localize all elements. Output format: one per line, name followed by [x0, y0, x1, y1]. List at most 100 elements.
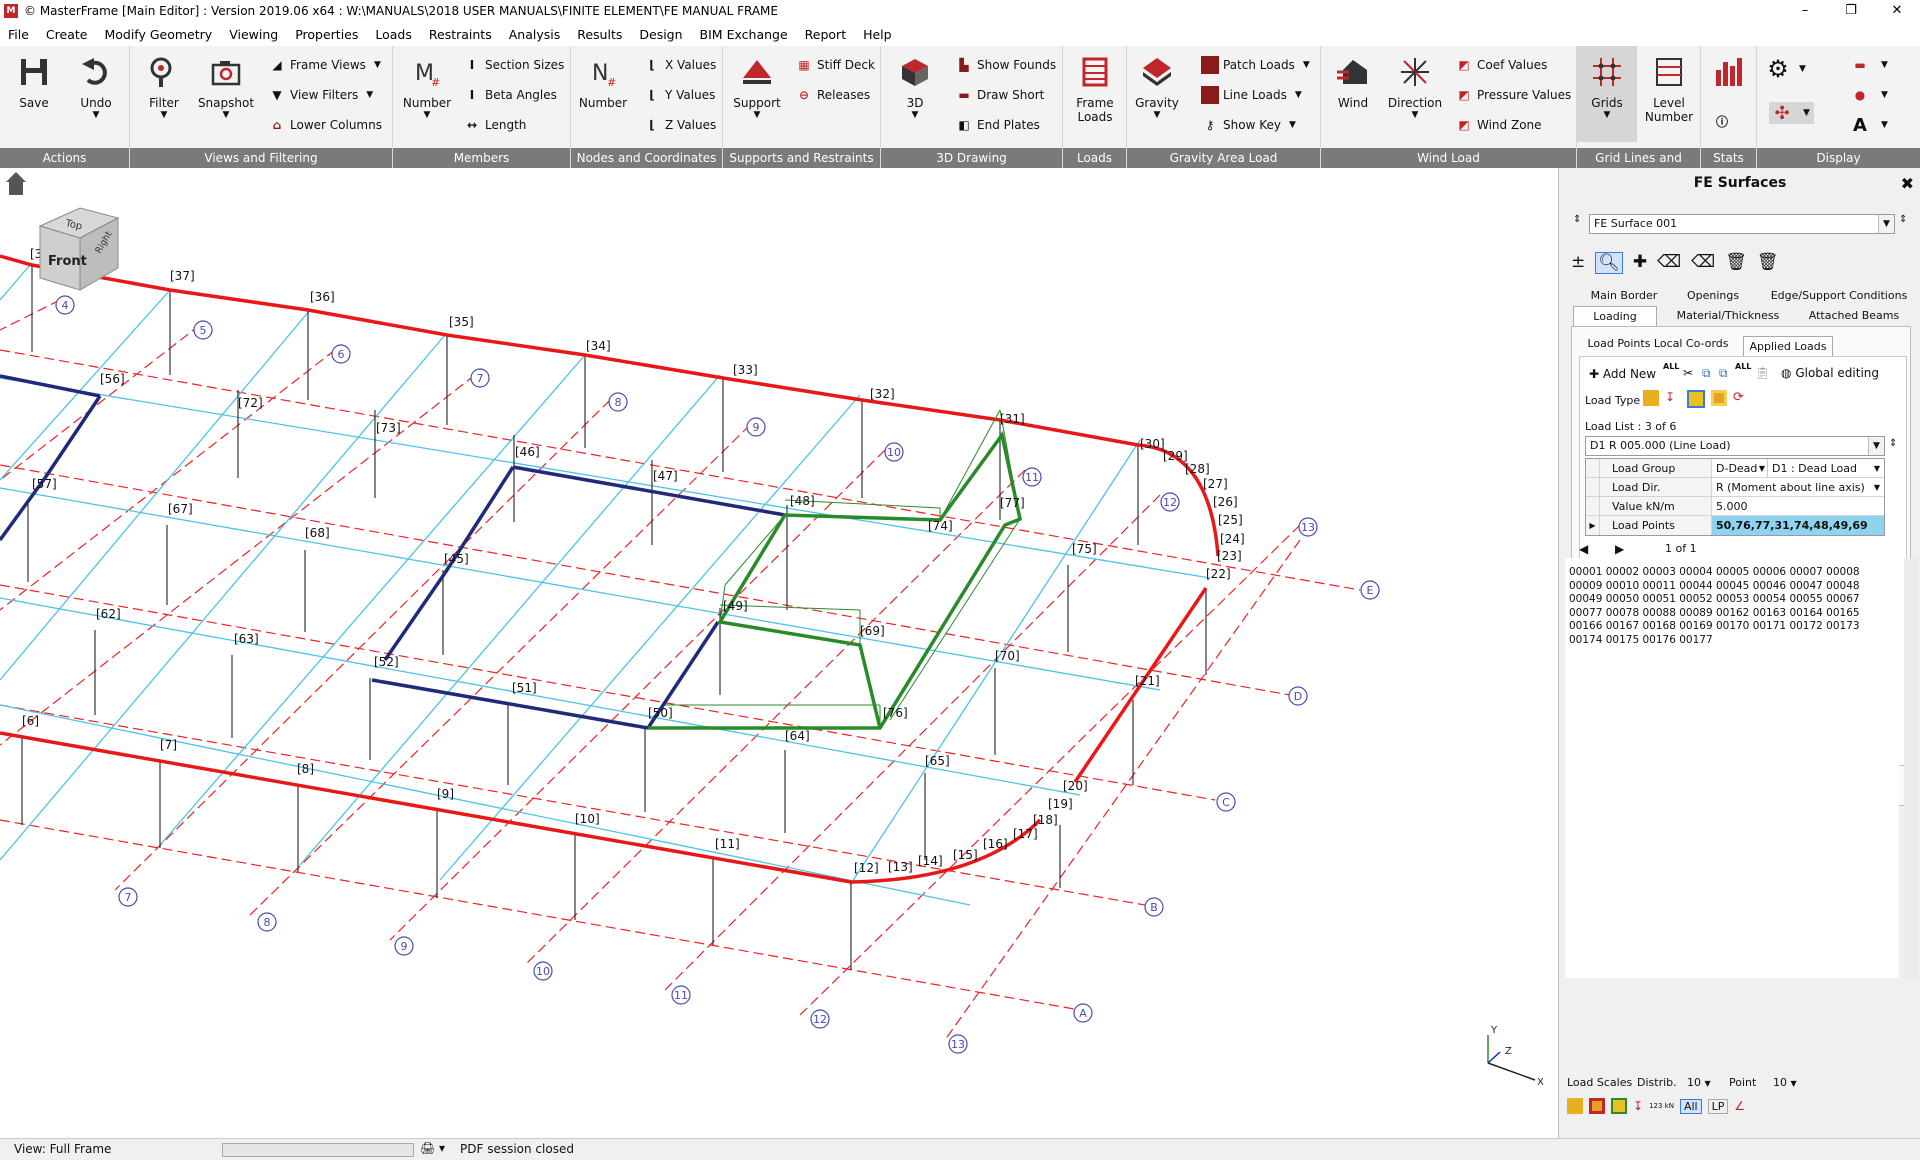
display-node-button[interactable]: ✣ ▼ — [1769, 102, 1814, 124]
load-points-input[interactable]: 50,76,77,31,74,48,49,69 — [1712, 516, 1884, 535]
section-sizes-button[interactable]: I Section Sizes — [463, 54, 565, 76]
panel-close-icon[interactable]: ✖ — [1901, 174, 1914, 193]
menu-results[interactable]: Results — [577, 27, 622, 42]
releases-button[interactable]: ⊖ Releases — [795, 84, 870, 106]
paste-all-icon[interactable]: ALL — [1735, 362, 1751, 371]
model-canvas[interactable]: [3] [37] [36] [35] [34] [33] [32] [31] [30] [29][… — [0, 168, 1558, 1138]
x-values-button[interactable]: ⌊ X Values — [643, 54, 716, 76]
eraser-icon[interactable]: ⌫ — [1657, 252, 1681, 274]
support-button[interactable]: Support ▼ — [727, 52, 787, 120]
grids-button[interactable]: Grids ▼ — [1577, 46, 1637, 142]
area-load-icon[interactable] — [1567, 1098, 1583, 1114]
tab-material-thickness[interactable]: Material/Thickness — [1665, 306, 1791, 326]
patch-loads-button[interactable]: ■ Patch Loads ▼ — [1201, 54, 1310, 76]
delete-all-icon[interactable]: 🗑︎ — [1757, 252, 1779, 274]
copy-icon[interactable]: ⧉ — [1702, 366, 1711, 381]
load-list-select[interactable]: D1 R 005.000 (Line Load) ▼ — [1585, 436, 1885, 456]
frame-views-button[interactable]: ◢ Frame Views ▼ — [268, 54, 380, 76]
distrib-select[interactable]: 10 ▼ — [1687, 1076, 1711, 1089]
menu-bim-exchange[interactable]: BIM Exchange — [700, 27, 788, 42]
kn-label-icon[interactable]: 123 kN — [1649, 1102, 1674, 1110]
snapshot-button[interactable]: Snapshot ▼ — [196, 52, 256, 120]
surface-spinner-icon[interactable]: ⇕ — [1573, 214, 1581, 225]
end-plates-button[interactable]: ◧ End Plates — [955, 114, 1040, 136]
node-number-button[interactable]: N # Number — [573, 52, 633, 110]
load-dir-select[interactable]: R (Moment about line axis) ▼ — [1712, 478, 1884, 496]
menu-file[interactable]: File — [8, 27, 29, 42]
direction-button[interactable]: Direction ▼ — [1385, 52, 1445, 120]
gravity-button[interactable]: Gravity ▼ — [1127, 52, 1187, 120]
patch-load-icon[interactable] — [1711, 390, 1727, 406]
line-load-icon[interactable] — [1611, 1098, 1627, 1114]
beta-angles-button[interactable]: I Beta Angles — [463, 84, 557, 106]
wind-zone-button[interactable]: ◩ Wind Zone — [1455, 114, 1541, 136]
line-load-icon[interactable] — [1687, 390, 1705, 408]
patch-load-icon[interactable] — [1589, 1098, 1605, 1114]
eraser-all-icon[interactable]: ⌫ — [1691, 252, 1715, 274]
length-button[interactable]: ↔ Length — [463, 114, 526, 136]
tab-openings[interactable]: Openings — [1675, 286, 1751, 306]
prev-page-icon[interactable]: ◀ — [1579, 542, 1588, 556]
level-number-button[interactable]: Level Number — [1639, 52, 1699, 124]
save-button[interactable]: Save — [4, 52, 64, 110]
3d-button[interactable]: 3D ▼ — [885, 52, 945, 120]
menu-modify-geometry[interactable]: Modify Geometry — [104, 27, 212, 42]
frame-loads-button[interactable]: Frame Loads — [1065, 52, 1125, 124]
cut-icon[interactable]: ✂ — [1683, 366, 1693, 380]
minimize-button[interactable]: – — [1782, 0, 1828, 22]
point-load-icon[interactable]: ↧ — [1665, 390, 1681, 406]
undo-button[interactable]: Undo ▼ — [66, 52, 126, 120]
menu-report[interactable]: Report — [805, 27, 846, 42]
subtab-applied-loads[interactable]: Applied Loads — [1743, 336, 1833, 356]
subtab-load-points[interactable]: Load Points Local Co-ords — [1583, 334, 1733, 354]
surface-select[interactable]: FE Surface 001 ▼ — [1589, 214, 1895, 234]
menu-loads[interactable]: Loads — [375, 27, 412, 42]
close-button[interactable]: ✕ — [1874, 0, 1920, 22]
member-number-button[interactable]: M # Number ▼ — [397, 52, 457, 120]
add-icon[interactable]: ✚ — [1633, 252, 1647, 274]
tab-attached-beams[interactable]: Attached Beams — [1799, 306, 1909, 326]
font-button[interactable]: A ▼ — [1851, 114, 1888, 136]
next-page-icon[interactable]: ▶ — [1615, 542, 1624, 556]
menu-properties[interactable]: Properties — [295, 27, 358, 42]
copy-all-icon[interactable]: ⧉ — [1719, 366, 1728, 381]
tab-edge-support[interactable]: Edge/Support Conditions — [1759, 286, 1919, 306]
stiff-deck-button[interactable]: ▦ Stiff Deck — [795, 54, 875, 76]
wind-button[interactable]: Wind — [1323, 52, 1383, 110]
printer-icon[interactable]: 🖨︎ ▾ — [420, 1141, 445, 1155]
stats-info-button[interactable]: ⓘ — [1713, 110, 1735, 132]
value-input[interactable]: 5.000 — [1712, 497, 1884, 515]
maximize-button[interactable]: ❐ — [1828, 0, 1874, 22]
load-group-select[interactable]: D1 : Dead Load ▼ — [1768, 459, 1884, 477]
show-lp-button[interactable]: LP — [1707, 1098, 1729, 1114]
show-all-button[interactable]: All — [1679, 1098, 1702, 1114]
tab-main-border[interactable]: Main Border — [1583, 286, 1665, 306]
delete-icon[interactable]: 🗑︎ — [1725, 252, 1747, 274]
line-style-button[interactable]: ▬ ▼ — [1851, 54, 1888, 76]
load-list-spinner-icon[interactable]: ⇕ — [1889, 438, 1897, 449]
expand-arrow-icon[interactable]: ▶ — [1586, 516, 1600, 535]
paste-icon[interactable]: 📋︎ — [1755, 366, 1770, 380]
point-select[interactable]: 10 ▼ — [1773, 1076, 1797, 1089]
load-group-type-select[interactable]: D-Dead ▼ — [1712, 459, 1768, 477]
color-drop-button[interactable]: ● ▼ — [1851, 84, 1888, 106]
menu-viewing[interactable]: Viewing — [229, 27, 278, 42]
draw-short-button[interactable]: ▬ Draw Short — [955, 84, 1044, 106]
line-loads-button[interactable]: ■ Line Loads ▼ — [1201, 84, 1302, 106]
view-filters-button[interactable]: ▼ View Filters ▼ — [268, 84, 373, 106]
lower-columns-button[interactable]: ⌂ Lower Columns — [268, 114, 382, 136]
menu-design[interactable]: Design — [639, 27, 682, 42]
add-new-button[interactable]: ✚ Add New — [1589, 367, 1656, 381]
y-values-button[interactable]: ⌊ Y Values — [643, 84, 715, 106]
menu-restraints[interactable]: Restraints — [429, 27, 492, 42]
coef-values-button[interactable]: ◩ Coef Values — [1455, 54, 1547, 76]
surface-nav-icon[interactable]: ⇕ — [1899, 214, 1907, 225]
global-editing-button[interactable]: ◍ Global editing — [1781, 366, 1879, 380]
frame-drawing[interactable]: [3][37][36][35][34][33][32][31][30][29][… — [0, 168, 1558, 1138]
show-key-button[interactable]: ⚷ Show Key ▼ — [1201, 114, 1296, 136]
menu-help[interactable]: Help — [863, 27, 892, 42]
plus-minus-icon[interactable]: ± — [1571, 252, 1585, 274]
select-all-icon[interactable]: ALL — [1663, 362, 1679, 371]
point-load-icon[interactable]: ↧ — [1633, 1099, 1643, 1113]
moment-load-icon[interactable]: ⟳ — [1733, 390, 1749, 406]
